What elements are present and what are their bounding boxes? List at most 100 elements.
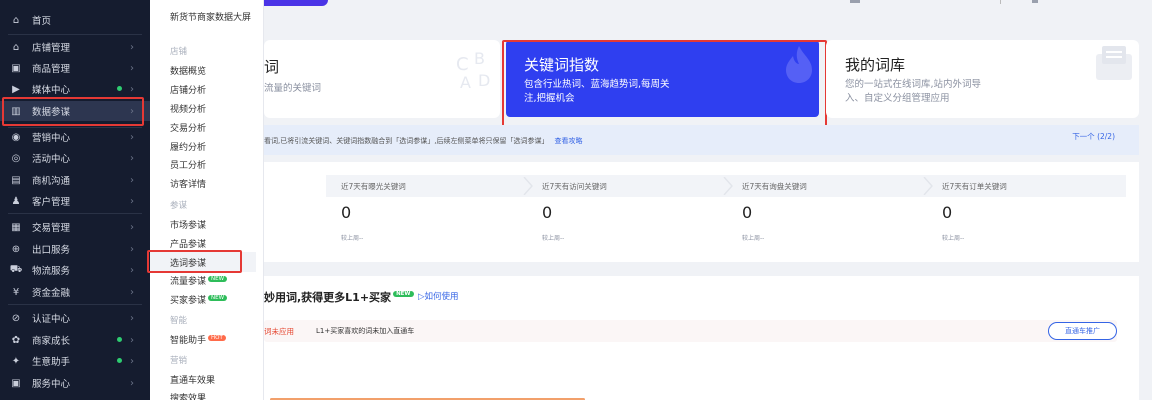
sidebar-item-customer[interactable]: ♟ 客户管理 › xyxy=(0,191,150,211)
sidebar-item-home[interactable]: ⌂ 首页 xyxy=(0,10,150,30)
sidebar-item-finance[interactable]: ¥ 资金金融 › xyxy=(0,282,150,302)
sidebar-item-label: 媒体中心 xyxy=(32,85,71,96)
stat-compare-exposure: 较上周-- xyxy=(341,235,364,242)
chevron-right-icon: › xyxy=(130,221,134,233)
submenu-item-staff-analysis[interactable]: 员工分析 xyxy=(170,158,206,171)
hot-badge: HOT xyxy=(208,335,226,341)
keyword-tips-panel: 妙用词,获得更多L1+买家 NEW ▷如何使用 词未应用 L1+买家喜欢的词未加入… xyxy=(264,276,1139,400)
submenu-item-big-screen[interactable]: 新货节商家数据大屏 xyxy=(170,12,256,24)
sidebar-item-service[interactable]: ▣ 服务中心 › xyxy=(0,373,150,393)
submenu-item-search-effect[interactable]: 搜索效果 xyxy=(170,391,206,400)
chevron-right-icon: › xyxy=(130,264,134,276)
marketing-icon: ◉ xyxy=(11,131,21,143)
sidebar-item-marketing[interactable]: ◉ 营销中心 › xyxy=(0,127,150,147)
card-keyword-tool[interactable]: 词 流量的关键词 C B A D xyxy=(264,40,500,118)
stat-label-inquiry: 近7天有询盘关键词 xyxy=(742,182,807,191)
svg-text:C: C xyxy=(456,54,469,75)
keyword-stats-panel: 近7天有曝光关键词 0 较上周-- 近7天有访问关键词 0 较上周-- 近7天有… xyxy=(264,162,1139,262)
stat-label-order: 近7天有订单关键词 xyxy=(942,182,1007,191)
sidebar-item-trade[interactable]: ▦ 交易管理 › xyxy=(0,217,150,237)
card-my-lexicon[interactable]: 我的词库 您的一站式在线词库,站内外词导入、自定义分组管理应用 xyxy=(826,40,1139,118)
chevron-right-icon: › xyxy=(130,243,134,255)
submenu-item-overview[interactable]: 数据概览 xyxy=(170,64,206,77)
main-sidebar: ⌂ 首页 ⌂ 店铺管理 › ▣ 商品管理 › ▶ 媒体中心 › ▥ 数据参谋 ›… xyxy=(0,0,150,400)
top-toolbar-fragment xyxy=(850,0,1050,4)
data-advisor-submenu: 新货节商家数据大屏 店铺 数据概览 店铺分析 视频分析 交易分析 履约分析 员工… xyxy=(147,0,264,400)
svg-text:A: A xyxy=(460,73,471,92)
certify-icon: ⊘ xyxy=(11,312,21,324)
submenu-item-fulfillment-analysis[interactable]: 履约分析 xyxy=(170,140,206,153)
submenu-item-store-analysis[interactable]: 店铺分析 xyxy=(170,83,206,96)
sidebar-item-label: 服务中心 xyxy=(32,379,71,390)
sidebar-item-goods[interactable]: ▣ 商品管理 › xyxy=(0,58,150,78)
how-to-use-link[interactable]: ▷如何使用 xyxy=(418,290,459,302)
submenu-item-traffic[interactable]: 流量参谋 NEW xyxy=(170,274,228,287)
sidebar-item-label: 店铺管理 xyxy=(32,43,71,54)
notice-bar: 看词,已将引流关键词、关键词指数融合到「选词参谋」,后续左侧菜单将只保留「选词参… xyxy=(264,125,1139,155)
p4p-promote-button[interactable]: 直通车推广 xyxy=(1048,322,1117,340)
submenu-group-label: 营销 xyxy=(170,356,188,366)
sidebar-item-message[interactable]: ▤ 商机沟通 › xyxy=(0,170,150,190)
sidebar-item-label: 认证中心 xyxy=(32,314,71,325)
status-dot xyxy=(117,86,122,91)
sidebar-item-certify[interactable]: ⊘ 认证中心 › xyxy=(0,308,150,328)
sidebar-item-label: 营销中心 xyxy=(32,133,71,144)
card-desc: 您的一站式在线词库,站内外词导入、自定义分组管理应用 xyxy=(845,79,982,104)
sidebar-item-media[interactable]: ▶ 媒体中心 › xyxy=(0,79,150,99)
guide-link[interactable]: 查看攻略 xyxy=(554,137,582,145)
top-primary-button-fragment[interactable] xyxy=(264,0,328,6)
submenu-item-smart-assistant[interactable]: 智能助手 HOT xyxy=(170,333,226,346)
customer-icon: ♟ xyxy=(11,195,21,207)
stat-compare-order: 较上周-- xyxy=(942,235,965,242)
chevron-right-icon: › xyxy=(130,195,134,207)
chevron-right-icon: › xyxy=(130,131,134,143)
tip-status: 词未应用 xyxy=(264,327,294,336)
submenu-item-product[interactable]: 产品参谋 xyxy=(170,237,206,250)
inbox-icon xyxy=(1096,46,1132,80)
status-dot xyxy=(117,358,122,363)
stat-label-visit: 近7天有访问关键词 xyxy=(542,182,607,191)
chevron-separator-icon xyxy=(723,177,733,195)
chevron-right-icon: › xyxy=(130,286,134,298)
next-notice-link[interactable]: 下一个 (2/2) xyxy=(1072,131,1115,142)
highlight-box-sidebar xyxy=(2,97,144,126)
growth-icon: ✿ xyxy=(11,334,21,346)
highlight-box-submenu xyxy=(147,250,242,273)
sidebar-item-store[interactable]: ⌂ 店铺管理 › xyxy=(0,37,150,57)
chevron-right-icon: › xyxy=(130,377,134,389)
new-badge: NEW xyxy=(393,291,414,297)
card-title: 词 xyxy=(264,58,280,76)
sidebar-item-label: 客户管理 xyxy=(32,197,71,208)
submenu-item-buyer[interactable]: 买家参谋 NEW xyxy=(170,293,228,306)
media-icon: ▶ xyxy=(12,83,20,95)
submenu-group-label: 智能 xyxy=(170,316,188,326)
abcd-watermark-icon: C B A D xyxy=(456,49,490,92)
submenu-item-visitor-detail[interactable]: 访客详情 xyxy=(170,177,206,190)
submenu-item-video-analysis[interactable]: 视频分析 xyxy=(170,102,206,115)
stat-compare-inquiry: 较上周-- xyxy=(742,235,765,242)
trade-icon: ▦ xyxy=(11,221,21,233)
tip-desc: L1+买家喜欢的词未加入直通车 xyxy=(316,327,415,335)
submenu-item-market[interactable]: 市场参谋 xyxy=(170,218,206,231)
submenu-item-trade-analysis[interactable]: 交易分析 xyxy=(170,121,206,134)
sidebar-item-label: 生意助手 xyxy=(32,357,71,368)
message-icon: ▤ xyxy=(11,174,21,186)
sidebar-item-growth[interactable]: ✿ 商家成长 › xyxy=(0,330,150,350)
sidebar-item-logistics[interactable]: ⛟ 物流服务 › xyxy=(0,260,150,280)
card-title: 我的词库 xyxy=(845,56,906,74)
store-icon: ⌂ xyxy=(12,41,20,53)
submenu-item-p4p-effect[interactable]: 直通车效果 xyxy=(170,373,215,386)
activity-icon: ◎ xyxy=(11,152,21,164)
sidebar-item-assistant[interactable]: ✦ 生意助手 › xyxy=(0,351,150,371)
tip-row: 词未应用 L1+买家喜欢的词未加入直通车 直通车推广 xyxy=(264,320,1117,342)
sidebar-item-activity[interactable]: ◎ 活动中心 › xyxy=(0,148,150,168)
sidebar-item-label: 交易管理 xyxy=(32,223,71,234)
sidebar-item-label: 物流服务 xyxy=(32,266,71,277)
chevron-right-icon: › xyxy=(130,152,134,164)
stat-label-exposure: 近7天有曝光关键词 xyxy=(341,182,406,191)
sidebar-item-label: 资金金融 xyxy=(32,288,71,299)
new-badge: NEW xyxy=(208,276,228,282)
sidebar-item-export[interactable]: ⊕ 出口服务 › xyxy=(0,239,150,259)
chevron-right-icon: › xyxy=(130,83,134,95)
chevron-separator-icon xyxy=(923,177,933,195)
